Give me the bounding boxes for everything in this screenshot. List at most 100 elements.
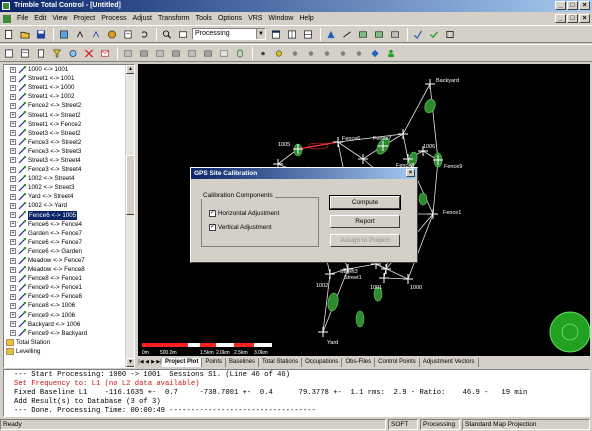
baseline-vector[interactable] bbox=[375, 263, 409, 280]
menu-view[interactable]: View bbox=[49, 12, 70, 25]
baseline-vector[interactable] bbox=[337, 141, 364, 160]
error-ellipse[interactable] bbox=[355, 310, 365, 328]
checkbox-checked-icon[interactable]: ✓ bbox=[209, 210, 216, 217]
tree-scrollbar[interactable]: ▲ ▼ bbox=[125, 65, 134, 367]
menu-project[interactable]: Project bbox=[70, 12, 98, 25]
horizontal-adjustment-checkbox[interactable]: ✓ Horizontal Adjustment bbox=[209, 210, 279, 217]
tree-item-baseline[interactable]: +1002 <-> Yard bbox=[4, 201, 134, 210]
tree-item-baseline[interactable]: + Street1 <-> 1002 bbox=[4, 92, 134, 101]
process-icon[interactable] bbox=[105, 28, 118, 41]
error-ellipse[interactable] bbox=[423, 98, 437, 115]
view-list-icon[interactable] bbox=[18, 47, 31, 60]
new-icon[interactable] bbox=[2, 28, 15, 41]
vertical-adjustment-checkbox[interactable]: ✓ Vertical Adjustment bbox=[209, 224, 272, 231]
layer2-icon[interactable] bbox=[137, 47, 150, 60]
report-icon[interactable] bbox=[121, 28, 134, 41]
tab-project-plot[interactable]: Project Plot bbox=[162, 357, 203, 367]
mdi-minimize-button[interactable]: _ bbox=[555, 14, 566, 23]
expand-icon[interactable]: + bbox=[10, 202, 16, 209]
grid-icon[interactable] bbox=[388, 28, 401, 41]
save-icon[interactable] bbox=[34, 28, 47, 41]
expand-icon[interactable]: + bbox=[10, 175, 16, 182]
scale-bar-segment[interactable] bbox=[200, 343, 216, 347]
menu-file[interactable]: File bbox=[14, 12, 31, 25]
expand-icon[interactable]: + bbox=[10, 75, 16, 82]
satellite-icon[interactable] bbox=[272, 47, 285, 60]
tab-adjustment-vectors[interactable]: Adjustment Vectors bbox=[420, 357, 479, 367]
receiver-icon[interactable] bbox=[73, 28, 86, 41]
expand-icon[interactable]: + bbox=[10, 284, 16, 291]
document-icon[interactable] bbox=[3, 14, 11, 23]
expand-icon[interactable]: + bbox=[10, 275, 16, 282]
point-icon[interactable] bbox=[256, 47, 269, 60]
sat3-icon[interactable] bbox=[304, 47, 317, 60]
tree-item-baseline[interactable]: + Street1 <-> Fence2 bbox=[4, 120, 134, 129]
checkbox-checked-icon[interactable]: ✓ bbox=[209, 224, 216, 231]
report-button[interactable]: Report bbox=[330, 215, 400, 228]
sat4-icon[interactable] bbox=[320, 47, 333, 60]
minimize-button[interactable]: _ bbox=[555, 1, 566, 10]
expand-icon[interactable]: + bbox=[10, 248, 16, 255]
menu-edit[interactable]: Edit bbox=[31, 12, 49, 25]
menu-process[interactable]: Process bbox=[98, 12, 129, 25]
scroll-down-icon[interactable]: ▼ bbox=[126, 358, 134, 367]
menu-options[interactable]: Options bbox=[215, 12, 245, 25]
sat2-icon[interactable] bbox=[288, 47, 301, 60]
menu-transform[interactable]: Transform bbox=[155, 12, 193, 25]
tree-item-baseline[interactable]: + Fence2 <-> Street2 bbox=[4, 101, 134, 110]
map-icon[interactable] bbox=[372, 28, 385, 41]
expand-icon[interactable]: + bbox=[10, 130, 16, 137]
tree-item-baseline[interactable]: + Garden <-> Fence7 bbox=[4, 229, 134, 238]
tree-item-baseline[interactable]: + Backyard <-> 1006 bbox=[4, 320, 134, 329]
expand-icon[interactable]: + bbox=[10, 157, 16, 164]
tree-item-baseline[interactable]: + Fence9 <-> Backyard bbox=[4, 329, 134, 338]
zoom-extent-icon[interactable] bbox=[217, 47, 230, 60]
baseline-icon[interactable] bbox=[340, 28, 353, 41]
scale-bar-segment[interactable] bbox=[216, 343, 234, 347]
expand-icon[interactable]: + bbox=[10, 230, 16, 237]
tree-item-baseline[interactable]: + Meadow <-> Fence7 bbox=[4, 256, 134, 265]
tree-item-baseline[interactable]: + Fence8 <-> Fence1 bbox=[4, 274, 134, 283]
scale-bar-segment[interactable] bbox=[254, 343, 272, 347]
expand-icon[interactable]: + bbox=[10, 266, 16, 273]
expand-icon[interactable]: + bbox=[10, 166, 16, 173]
tree-item-baseline[interactable]: + Fence6 <-> Fence7 bbox=[4, 238, 134, 247]
mode-combo[interactable]: Processing ▼ bbox=[192, 28, 266, 40]
antenna-icon[interactable] bbox=[89, 28, 102, 41]
network-icon[interactable] bbox=[356, 28, 369, 41]
tree-item-baseline[interactable]: + Fence9 <-> Fence8 bbox=[4, 292, 134, 301]
menu-vrs[interactable]: VRS bbox=[245, 12, 265, 25]
scale-bar-segment[interactable] bbox=[188, 343, 200, 347]
frame-icon[interactable] bbox=[443, 28, 456, 41]
expand-icon[interactable]: + bbox=[10, 184, 16, 191]
menu-tools[interactable]: Tools bbox=[193, 12, 215, 25]
mdi-close-button[interactable]: × bbox=[579, 14, 590, 23]
user-icon[interactable] bbox=[384, 47, 397, 60]
error-ellipse[interactable] bbox=[418, 192, 428, 206]
layer4-icon[interactable] bbox=[169, 47, 182, 60]
tab-total-stations[interactable]: Total Stations bbox=[259, 357, 303, 367]
tab-baselines[interactable]: Baselines bbox=[226, 357, 260, 367]
expand-icon[interactable]: + bbox=[10, 193, 16, 200]
view-plot-icon[interactable] bbox=[2, 47, 15, 60]
expand-icon[interactable]: + bbox=[10, 321, 16, 328]
scale-bar-segment[interactable] bbox=[234, 343, 254, 347]
expand-icon[interactable]: + bbox=[10, 257, 16, 264]
expand-icon[interactable]: + bbox=[10, 239, 16, 246]
layer6-icon[interactable] bbox=[201, 47, 214, 60]
tab-obs-files[interactable]: Obs-Files bbox=[342, 357, 376, 367]
mail-icon[interactable] bbox=[98, 47, 111, 60]
menu-window[interactable]: Window bbox=[265, 12, 296, 25]
scroll-thumb[interactable] bbox=[126, 155, 134, 215]
layer3-icon[interactable] bbox=[153, 47, 166, 60]
expand-icon[interactable]: + bbox=[10, 139, 16, 146]
tab-points[interactable]: Points bbox=[202, 357, 227, 367]
expand-icon[interactable]: + bbox=[10, 330, 16, 337]
check-icon[interactable] bbox=[427, 28, 440, 41]
expand-icon[interactable]: + bbox=[10, 312, 16, 319]
close-button[interactable]: × bbox=[579, 1, 590, 10]
tree-item-group[interactable]: Levelling bbox=[4, 347, 134, 356]
dialog-close-button[interactable]: × bbox=[406, 169, 415, 177]
menu-adjust[interactable]: Adjust bbox=[129, 12, 154, 25]
expand-icon[interactable]: + bbox=[10, 102, 16, 109]
